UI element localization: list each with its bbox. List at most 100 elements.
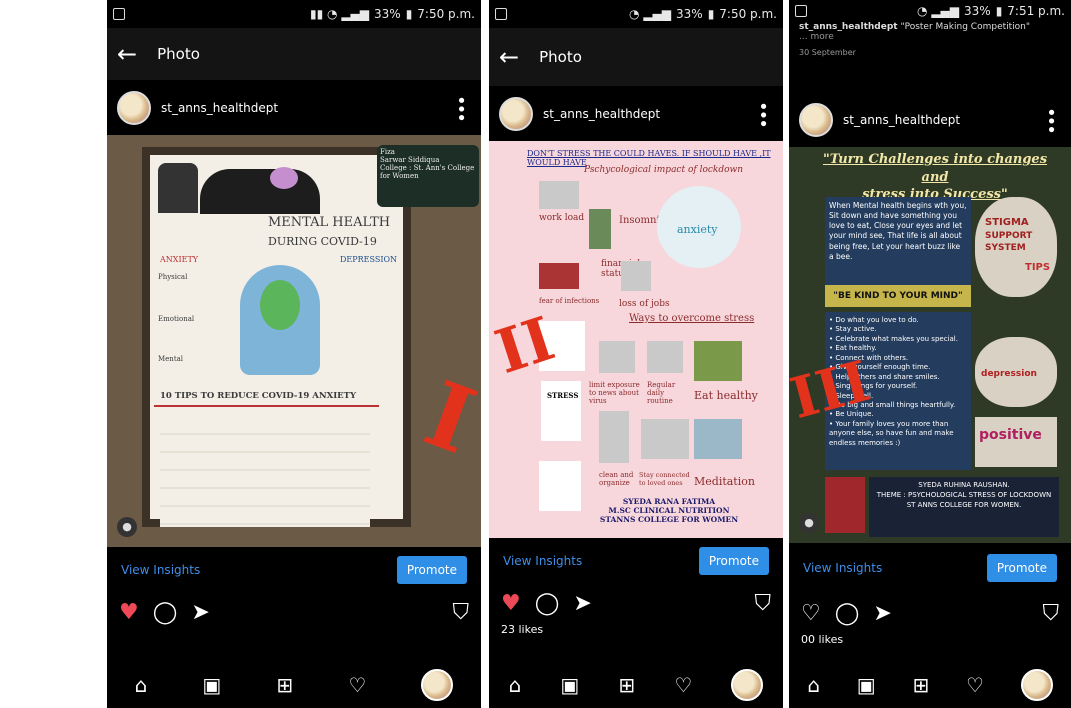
tagged-user-icon[interactable]: ● [117, 517, 137, 537]
add-post-icon[interactable]: ⊞ [276, 673, 293, 697]
app-bar: ← Photo [107, 28, 481, 80]
promote-button[interactable]: Promote [396, 555, 467, 584]
clean-label: clean and organize [599, 471, 634, 487]
fist-image [825, 477, 865, 533]
avatar[interactable] [799, 102, 833, 137]
username[interactable]: st_anns_healthdept [161, 101, 440, 115]
tips-heading: 10 TIPS TO REDUCE COVID-19 ANXIETY [160, 391, 357, 401]
bottom-nav: ⌂ ▣ ⊞ ♡ [107, 662, 481, 708]
post-image[interactable]: "Turn Challenges into changes and stress… [789, 147, 1071, 543]
comment-icon[interactable]: ◯ [153, 600, 178, 625]
infections-label: fear of infections [539, 297, 600, 305]
share-icon[interactable]: ➤ [573, 591, 591, 616]
bottom-nav: ⌂ ▣ ⊞ ♡ [489, 662, 783, 708]
physical-label: Physical [158, 273, 188, 281]
profile-avatar[interactable] [1020, 669, 1053, 701]
loved-label: Stay connected to loved ones [639, 471, 690, 487]
battery-percent: 33% [676, 7, 703, 21]
username[interactable]: st_anns_healthdept [543, 107, 742, 121]
family-photo [641, 419, 689, 459]
action-row: ♡ ◯ ➤ ⛉ [789, 593, 1071, 633]
poster-title: "Turn Challenges into changes and stress… [822, 152, 1048, 203]
post-image[interactable]: DON'T STRESS THE COULD HAVES. IF SHOULD … [489, 141, 783, 538]
app-bar: ← Photo [489, 28, 783, 86]
home-icon[interactable]: ⌂ [509, 673, 522, 697]
work-label: work load [539, 213, 585, 223]
home-icon[interactable]: ⌂ [135, 673, 148, 697]
news-photo [599, 341, 635, 373]
food-photo [694, 341, 742, 381]
poem-box: When Mental health begins wth you, Sit d… [825, 197, 971, 285]
system-word: SYSTEM [985, 243, 1026, 253]
bookmark-icon[interactable]: ⛉ [1042, 601, 1059, 626]
caption-user[interactable]: st_anns_healthdept [799, 22, 898, 32]
author-block: SYEDA RANA FATIMA M.SC CLINICAL NUTRITIO… [599, 497, 739, 524]
username[interactable]: st_anns_healthdept [843, 113, 1030, 127]
view-insights-link[interactable]: View Insights [803, 561, 882, 575]
post-header: st_anns_healthdept ••• [107, 80, 481, 135]
back-arrow-icon[interactable]: ← [117, 42, 137, 66]
like-icon[interactable]: ♥ [119, 600, 139, 625]
reels-icon[interactable]: ▣ [857, 673, 876, 697]
bookmark-icon[interactable]: ⛉ [754, 591, 771, 616]
clock: 7:50 p.m. [417, 7, 475, 21]
support-word: SUPPORT [985, 231, 1033, 241]
bottom-nav: ⌂ ▣ ⊞ ♡ [789, 662, 1071, 708]
like-icon[interactable]: ♥ [501, 591, 521, 616]
more-options-icon[interactable]: ••• [450, 95, 471, 121]
battery-percent: 33% [964, 4, 991, 18]
more-options-icon[interactable]: ••• [752, 101, 773, 127]
avatar[interactable] [499, 96, 533, 131]
activity-heart-icon[interactable]: ♡ [966, 673, 984, 697]
share-icon[interactable]: ➤ [873, 601, 891, 626]
activity-heart-icon[interactable]: ♡ [674, 673, 692, 697]
battery-icon: ▮ [995, 4, 1003, 18]
cloud-drawing [200, 169, 320, 214]
insights-bar: View Insights Promote [489, 538, 783, 583]
caption-more[interactable]: ... more [799, 32, 1061, 42]
add-post-icon[interactable]: ⊞ [912, 673, 929, 697]
insights-bar: View Insights Promote [789, 543, 1071, 593]
status-bar: ▮▮ ◔ ▂▄▆ 33% ▮ 7:50 p.m. [107, 0, 481, 28]
likes-count[interactable]: 23 likes [489, 623, 783, 636]
tip-item: • Do what you love to do. [829, 316, 919, 324]
status-bar: ◔ ▂▄▆ 33% ▮ 7:51 p.m. [789, 0, 1071, 22]
depression-word: depression [981, 369, 1037, 379]
back-arrow-icon[interactable]: ← [499, 45, 519, 69]
avatar[interactable] [117, 90, 151, 125]
view-insights-link[interactable]: View Insights [121, 563, 200, 577]
bookmark-icon[interactable]: ⛉ [452, 600, 469, 625]
profile-avatar[interactable] [421, 669, 454, 701]
tip-item: • Stay active. [829, 325, 877, 334]
add-post-icon[interactable]: ⊞ [618, 673, 635, 697]
profile-avatar[interactable] [731, 669, 764, 701]
like-icon[interactable]: ♡ [801, 601, 821, 626]
reels-icon[interactable]: ▣ [202, 673, 221, 697]
share-icon[interactable]: ➤ [191, 600, 209, 625]
promote-button[interactable]: Promote [698, 546, 769, 575]
home-icon[interactable]: ⌂ [807, 673, 820, 697]
phone-screen-2: ◔ ▂▄▆ 33% ▮ 7:50 p.m. ← Photo st_anns_he… [489, 0, 783, 708]
comment-icon[interactable]: ◯ [535, 591, 560, 616]
tagged-user-icon[interactable]: ● [799, 513, 819, 533]
view-insights-link[interactable]: View Insights [503, 554, 582, 568]
phone-screen-1: ▮▮ ◔ ▂▄▆ 33% ▮ 7:50 p.m. ← Photo st_anns… [107, 0, 481, 708]
comment-icon[interactable]: ◯ [835, 601, 860, 626]
jobs-label: loss of jobs [619, 299, 670, 309]
anxiety-label: ANXIETY [160, 255, 199, 264]
likes-count[interactable]: 00 likes [789, 633, 1071, 646]
promote-button[interactable]: Promote [986, 554, 1057, 582]
post-image[interactable]: MENTAL HEALTH DURING COVID-19 ANXIETY DE… [107, 135, 481, 547]
notification-icon [795, 5, 807, 17]
page-title: Photo [157, 45, 200, 63]
status-bar: ◔ ▂▄▆ 33% ▮ 7:50 p.m. [489, 0, 783, 28]
more-options-icon[interactable]: ••• [1040, 107, 1061, 133]
red-annotation-mark: II [489, 304, 563, 388]
tip-item: • Celebrate what makes you special. [829, 334, 958, 343]
activity-heart-icon[interactable]: ♡ [348, 673, 366, 697]
reels-icon[interactable]: ▣ [560, 673, 579, 697]
stigma-word: STIGMA [985, 217, 1029, 228]
tips-word: TIPS [1025, 262, 1051, 273]
caption-date: 30 September [799, 48, 856, 57]
action-row: ♥ ◯ ➤ ⛉ [107, 592, 481, 632]
